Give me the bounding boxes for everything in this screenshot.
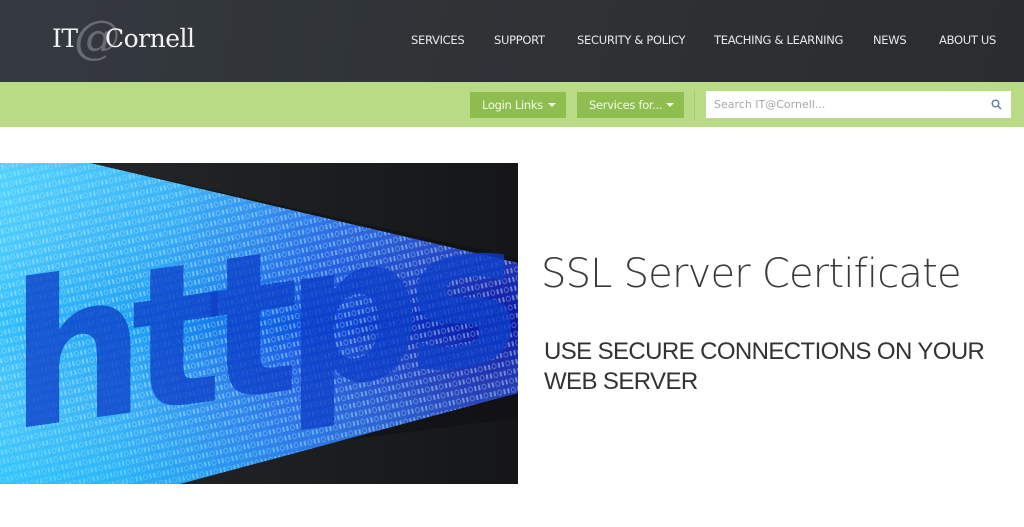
nav-item-support[interactable]: SUPPORT <box>494 33 545 47</box>
search-box <box>706 91 1011 118</box>
divider <box>694 90 695 120</box>
login-links-label: Login Links <box>482 98 543 112</box>
page-subtitle: USE SECURE CONNECTIONS ON YOUR WEB SERVE… <box>544 338 985 395</box>
nav-item-security-policy[interactable]: SECURITY & POLICY <box>577 33 686 47</box>
caret-down-icon <box>548 103 556 107</box>
nav-item-about-us[interactable]: ABOUT US <box>939 33 996 47</box>
search-input[interactable] <box>706 91 976 118</box>
services-for-label: Services for... <box>589 98 663 112</box>
main-nav: SERVICES SUPPORT SECURITY & POLICY TEACH… <box>0 33 1024 49</box>
site-header: @ IT Cornell SERVICES SUPPORT SECURITY &… <box>0 0 1024 82</box>
services-for-dropdown[interactable]: Services for... <box>577 92 684 118</box>
nav-item-news[interactable]: NEWS <box>873 33 907 47</box>
nav-item-services[interactable]: SERVICES <box>411 33 465 47</box>
search-icon[interactable] <box>991 99 1002 110</box>
caret-down-icon <box>666 103 674 107</box>
login-links-dropdown[interactable]: Login Links <box>470 92 566 118</box>
hero-image-https: https://www. <box>0 163 518 484</box>
page-title: SSL Server Certificate <box>541 251 962 297</box>
https-illustration: https://www. <box>0 163 518 484</box>
nav-item-teaching-learning[interactable]: TEACHING & LEARNING <box>714 33 843 47</box>
